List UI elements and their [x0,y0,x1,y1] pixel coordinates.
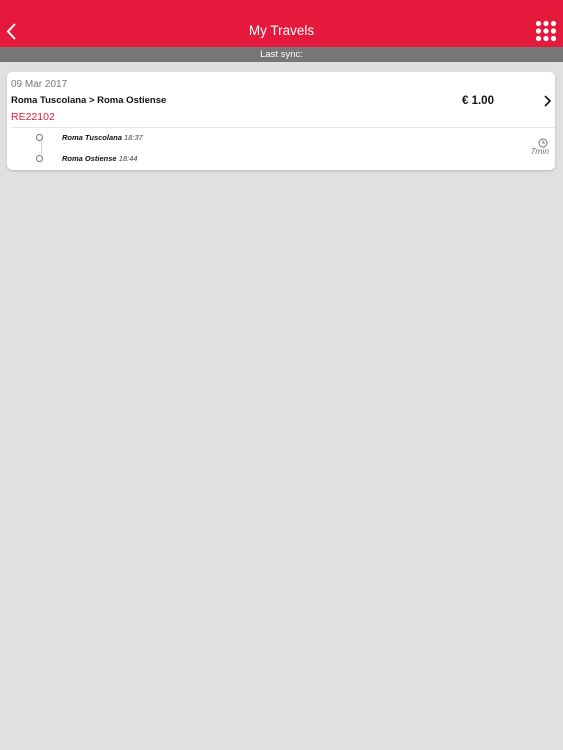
grid-menu-icon [535,20,557,42]
sync-status-bar: Last sync: [0,47,563,62]
open-travel-button[interactable] [541,94,553,108]
departure-stop-marker [36,134,43,141]
header-bar: My Travels [0,0,563,47]
departure-station: Roma Tuscolana [62,133,122,142]
departure-time: 18:37 [123,133,143,142]
train-code: RE22102 [11,111,55,123]
menu-button[interactable] [535,20,557,42]
card-divider [11,127,555,128]
travel-duration: 7min [530,146,549,156]
travel-card[interactable]: 09 Mar 2017 Roma Tuscolana > Roma Ostien… [7,72,555,170]
travel-date: 09 Mar 2017 [11,79,68,90]
route-line [41,142,42,154]
arrival-station: Roma Ostiense [62,154,117,163]
arrival-stop-marker [36,155,43,162]
chevron-right-icon [544,95,552,107]
arrival-time: 18:44 [118,154,138,163]
travel-route: Roma Tuscolana > Roma Ostiense [11,95,167,106]
clock-icon [538,135,548,148]
travel-price: € 1.00 [462,95,494,107]
arrival-stop: Roma Ostiense 18:44 [62,154,137,164]
departure-stop: Roma Tuscolana 18:37 [62,133,143,143]
page-title: My Travels [248,23,315,38]
